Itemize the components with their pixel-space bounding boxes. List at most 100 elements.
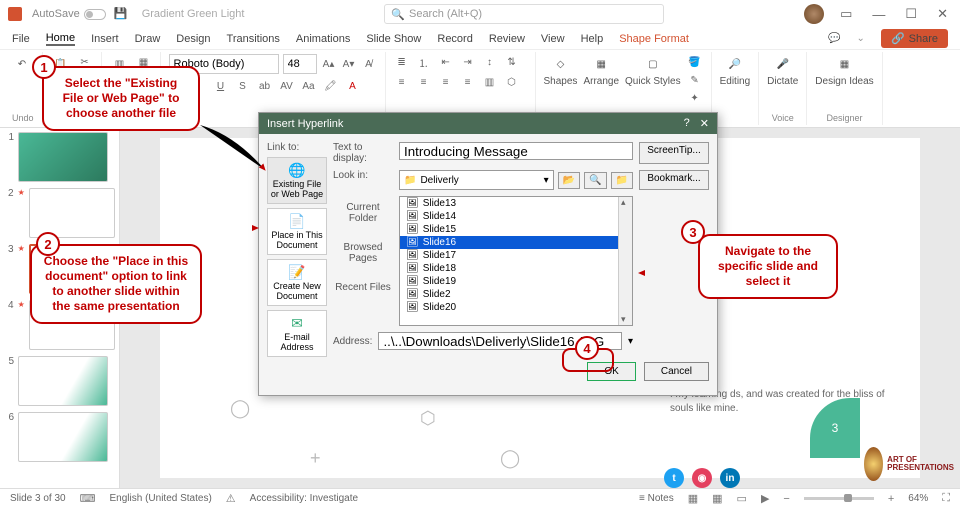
menu-transitions[interactable]: Transitions [227, 33, 280, 45]
collapse-ribbon-icon[interactable]: ⌄ [857, 33, 865, 44]
file-item[interactable]: 🖼Slide16 [400, 236, 632, 249]
font-color-icon[interactable]: A [345, 78, 361, 94]
close-icon[interactable]: ✕ [933, 6, 952, 22]
file-item[interactable]: 🖼Slide2 [400, 288, 632, 301]
bullets-icon[interactable]: ≣ [394, 54, 410, 70]
char-spacing-icon[interactable]: AV [279, 78, 295, 94]
menu-animations[interactable]: Animations [296, 33, 350, 45]
look-in-select[interactable]: 📁Deliverly▾ [399, 170, 554, 190]
menu-slideshow[interactable]: Slide Show [366, 33, 421, 45]
menu-home[interactable]: Home [46, 32, 75, 46]
align-left-icon[interactable]: ≡ [394, 74, 410, 90]
nav-current-folder[interactable]: Current Folder [333, 202, 393, 224]
bookmark-button[interactable]: Bookmark... [639, 170, 709, 190]
switch-icon[interactable] [84, 9, 106, 20]
ribbon-display-icon[interactable]: ▭ [836, 6, 856, 22]
thumbnail[interactable]: 2★ [4, 188, 115, 238]
link-create-new[interactable]: 📝Create New Document [267, 259, 327, 306]
indent-dec-icon[interactable]: ⇤ [438, 54, 454, 70]
link-email[interactable]: ✉E-mail Address [267, 310, 327, 357]
sorter-view-icon[interactable]: ▦ [712, 492, 722, 505]
up-folder-icon[interactable]: 📂 [558, 172, 580, 189]
screentip-button[interactable]: ScreenTip... [639, 142, 709, 164]
text-direction-icon[interactable]: ⇅ [504, 54, 520, 70]
help-icon[interactable]: ? [684, 117, 690, 130]
increase-font-icon[interactable]: A▴ [321, 56, 337, 72]
language-status[interactable]: English (United States) [110, 493, 212, 504]
underline-button[interactable]: U [213, 78, 229, 94]
twitter-icon[interactable]: t [664, 468, 684, 488]
file-item[interactable]: 🖼Slide13 [400, 197, 632, 210]
line-spacing-icon[interactable]: ↕ [482, 54, 498, 70]
highlight-icon[interactable]: 🖍 [323, 78, 339, 94]
decrease-font-icon[interactable]: A▾ [341, 56, 357, 72]
linkedin-icon[interactable]: in [720, 468, 740, 488]
link-place-in-doc[interactable]: 📄Place in This Document [267, 208, 327, 255]
fit-window-icon[interactable]: ⛶ [942, 492, 950, 505]
menu-draw[interactable]: Draw [135, 33, 161, 45]
menu-insert[interactable]: Insert [91, 33, 119, 45]
menu-design[interactable]: Design [176, 33, 210, 45]
maximize-icon[interactable]: ☐ [901, 6, 921, 22]
thumbnail[interactable]: 6 [4, 412, 115, 462]
notes-button[interactable]: ≡ Notes [639, 493, 674, 504]
browse-web-icon[interactable]: 🔍 [584, 172, 606, 189]
file-item[interactable]: 🖼Slide14 [400, 210, 632, 223]
browse-file-icon[interactable]: 📁 [611, 172, 633, 189]
columns-icon[interactable]: ▥ [482, 74, 498, 90]
search-input[interactable]: 🔍 Search (Alt+Q) [384, 4, 664, 24]
zoom-out-icon[interactable]: − [783, 493, 789, 505]
indent-inc-icon[interactable]: ⇥ [460, 54, 476, 70]
menu-shape-format[interactable]: Shape Format [619, 33, 689, 45]
scrollbar[interactable] [618, 197, 632, 325]
numbering-icon[interactable]: ⒈ [416, 54, 432, 70]
text-to-display-input[interactable] [399, 142, 633, 160]
shape-fill-icon[interactable]: 🪣 [687, 54, 703, 70]
menu-view[interactable]: View [541, 33, 565, 45]
justify-icon[interactable]: ≡ [460, 74, 476, 90]
save-icon[interactable]: 💾 [114, 7, 128, 21]
dialog-close-icon[interactable]: ✕ [700, 117, 709, 130]
menu-record[interactable]: Record [437, 33, 472, 45]
accessibility-status[interactable]: Accessibility: Investigate [250, 493, 358, 504]
zoom-level[interactable]: 64% [908, 493, 928, 504]
autosave-toggle[interactable]: AutoSave [32, 8, 106, 20]
shape-outline-icon[interactable]: ✎ [687, 72, 703, 88]
instagram-icon[interactable]: ◉ [692, 468, 712, 488]
design-ideas-button[interactable]: ▦Design Ideas [815, 54, 873, 87]
menu-help[interactable]: Help [581, 33, 604, 45]
zoom-slider[interactable] [804, 497, 874, 500]
share-button[interactable]: 🔗 Share [881, 29, 948, 48]
smartart-icon[interactable]: ⬡ [504, 74, 520, 90]
minimize-icon[interactable]: — [868, 7, 889, 22]
address-dropdown-icon[interactable]: ▾ [628, 336, 633, 347]
slideshow-view-icon[interactable]: ▶ [761, 492, 769, 505]
file-item[interactable]: 🖼Slide15 [400, 223, 632, 236]
file-list[interactable]: 🖼Slide13🖼Slide14🖼Slide15🖼Slide16🖼Slide17… [399, 196, 633, 326]
dictate-button[interactable]: 🎤Dictate [767, 54, 798, 87]
undo-button[interactable]: ↶ [12, 54, 32, 74]
clear-format-icon[interactable]: A̸ [361, 56, 377, 72]
thumbnail[interactable]: 1 [4, 132, 115, 182]
nav-recent-files[interactable]: Recent Files [333, 282, 393, 293]
menu-file[interactable]: File [12, 33, 30, 45]
shape-effects-icon[interactable]: ✦ [687, 90, 703, 106]
file-item[interactable]: 🖼Slide17 [400, 249, 632, 262]
file-item[interactable]: 🖼Slide20 [400, 301, 632, 314]
align-center-icon[interactable]: ≡ [416, 74, 432, 90]
quick-styles-button[interactable]: ▢Quick Styles [625, 54, 681, 87]
link-existing-file[interactable]: 🌐Existing File or Web Page [267, 157, 327, 204]
zoom-in-icon[interactable]: + [888, 493, 894, 505]
file-item[interactable]: 🖼Slide18 [400, 262, 632, 275]
font-size-select[interactable] [283, 54, 317, 74]
reading-view-icon[interactable]: ▭ [737, 492, 747, 505]
shapes-button[interactable]: ◇Shapes [544, 54, 578, 87]
shadow-button[interactable]: ab [257, 78, 273, 94]
align-right-icon[interactable]: ≡ [438, 74, 454, 90]
normal-view-icon[interactable]: ▦ [688, 492, 698, 505]
slide-indicator[interactable]: Slide 3 of 30 [10, 493, 66, 504]
strike-button[interactable]: S [235, 78, 251, 94]
menu-review[interactable]: Review [489, 33, 525, 45]
comments-icon[interactable]: 💬 [828, 33, 840, 44]
thumbnail[interactable]: 5 [4, 356, 115, 406]
